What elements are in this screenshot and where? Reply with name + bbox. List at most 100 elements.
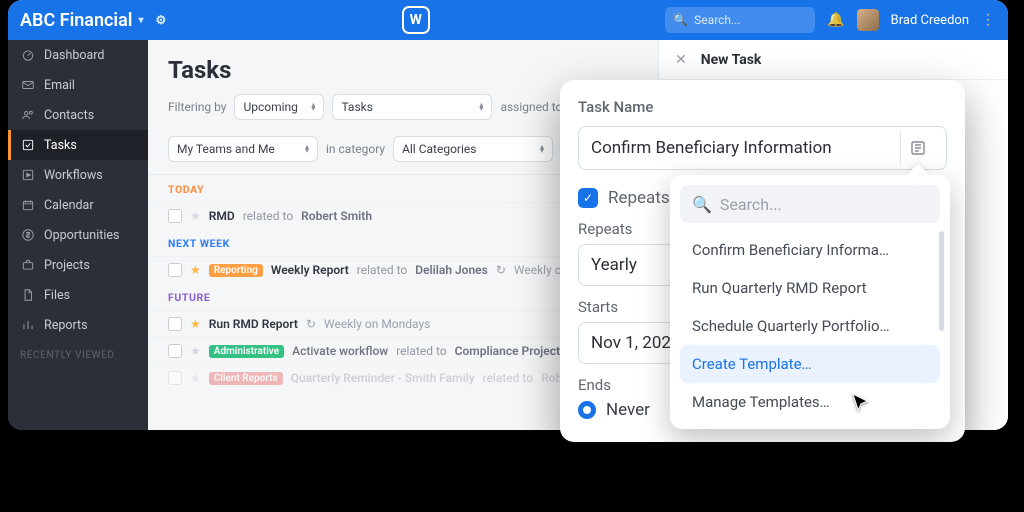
related-to-label: related to: [483, 371, 533, 385]
file-icon: [20, 287, 36, 303]
checkbox[interactable]: [168, 209, 182, 223]
star-icon[interactable]: ★: [190, 263, 201, 277]
assigned-to-label: assigned to: [500, 100, 562, 114]
checkbox[interactable]: [168, 344, 182, 358]
sidebar-item-tasks[interactable]: Tasks: [8, 130, 148, 160]
sort-icon: ▴▾: [479, 103, 483, 111]
task-name-value: Confirm Beneficiary Information: [591, 138, 832, 158]
checkbox[interactable]: [168, 371, 182, 385]
close-icon[interactable]: ✕: [675, 52, 687, 68]
create-template-option[interactable]: Create Template…: [680, 345, 940, 383]
scrollbar[interactable]: [939, 231, 944, 331]
more-menu-icon[interactable]: ⋮: [981, 12, 996, 28]
template-dropdown: 🔍 Search... Confirm Beneficiary Informa……: [670, 175, 950, 429]
gauge-icon: [20, 47, 36, 63]
star-icon[interactable]: ★: [190, 209, 201, 223]
sidebar-item-label: Email: [44, 78, 75, 93]
search-icon: 🔍: [673, 13, 688, 27]
sidebar-item-label: Reports: [44, 318, 88, 333]
sidebar-item-label: Tasks: [44, 138, 77, 153]
template-option[interactable]: Run Quarterly RMD Report: [680, 269, 940, 307]
panel-title: New Task: [701, 52, 762, 68]
sort-icon: ▴▾: [305, 145, 309, 153]
sidebar-item-label: Calendar: [44, 198, 94, 213]
bar-chart-icon: [20, 317, 36, 333]
ends-never-label: Never: [606, 400, 650, 420]
sidebar-item-label: Opportunities: [44, 228, 119, 243]
radio-icon: [578, 401, 596, 419]
app-logo-icon: W: [402, 6, 430, 34]
gear-icon[interactable]: ⚙: [155, 13, 166, 27]
filter-upcoming[interactable]: Upcoming▴▾: [234, 94, 324, 120]
repeats-checkbox-label: Repeats?: [608, 188, 678, 208]
filter-type[interactable]: Tasks▴▾: [332, 94, 492, 120]
dollar-circle-icon: [20, 227, 36, 243]
sidebar-recent-header: RECENTLY VIEWED: [8, 340, 148, 365]
related-to-label: related to: [396, 344, 446, 358]
sidebar-item-projects[interactable]: Projects: [8, 250, 148, 280]
task-name: Quarterly Reminder - Smith Family: [291, 371, 475, 385]
sort-icon: ▴▾: [540, 145, 544, 153]
star-icon[interactable]: ★: [190, 317, 201, 331]
workspace-name: ABC Financial: [20, 10, 132, 31]
task-name: RMD: [209, 209, 235, 223]
related-name: Robert Smith: [301, 209, 372, 223]
play-square-icon: [20, 167, 36, 183]
sidebar-item-label: Workflows: [44, 168, 103, 183]
sidebar-item-label: Files: [44, 288, 70, 303]
star-icon[interactable]: ★: [190, 371, 201, 385]
search-icon: 🔍: [692, 195, 712, 214]
repeat-label: Weekly on Mondays: [324, 317, 430, 331]
star-icon[interactable]: ★: [190, 344, 201, 358]
avatar[interactable]: [857, 9, 879, 31]
sidebar: Dashboard Email Contacts Tasks Workflows…: [8, 40, 148, 430]
page-title: Tasks: [168, 56, 231, 84]
filter-scope[interactable]: My Teams and Me▴▾: [168, 136, 318, 162]
repeat-icon: ↻: [306, 317, 316, 331]
sidebar-item-email[interactable]: Email: [8, 70, 148, 100]
sidebar-item-reports[interactable]: Reports: [8, 310, 148, 340]
related-to-label: related to: [357, 263, 407, 277]
category-badge: Reporting: [209, 264, 263, 277]
template-option[interactable]: Confirm Beneficiary Informa…: [680, 231, 940, 269]
top-bar: ABC Financial ▾ ⚙ W 🔍 Search... 🔔 Brad C…: [8, 0, 1008, 40]
sort-icon: ▴▾: [311, 103, 315, 111]
checkbox[interactable]: [168, 317, 182, 331]
check-icon: ✓: [578, 188, 598, 208]
task-name-label: Task Name: [578, 98, 947, 116]
bell-icon[interactable]: 🔔: [827, 12, 844, 28]
people-icon: [20, 107, 36, 123]
calendar-icon: [20, 197, 36, 213]
sidebar-item-label: Contacts: [44, 108, 94, 123]
filter-category[interactable]: All Categories▴▾: [393, 136, 553, 162]
filtering-by-label: Filtering by: [168, 100, 226, 114]
task-name: Run RMD Report: [209, 317, 298, 331]
manage-templates-option[interactable]: Manage Templates…: [680, 383, 940, 421]
template-option[interactable]: Schedule Quarterly Portfolio…: [680, 307, 940, 345]
sidebar-item-calendar[interactable]: Calendar: [8, 190, 148, 220]
global-search[interactable]: 🔍 Search...: [665, 7, 815, 33]
sidebar-item-label: Projects: [44, 258, 90, 273]
repeat-icon: ↻: [496, 263, 506, 277]
sidebar-item-files[interactable]: Files: [8, 280, 148, 310]
workspace-switcher[interactable]: ABC Financial ▾ ⚙: [20, 10, 166, 31]
sidebar-item-contacts[interactable]: Contacts: [8, 100, 148, 130]
sidebar-item-dashboard[interactable]: Dashboard: [8, 40, 148, 70]
in-category-label: in category: [326, 142, 385, 156]
template-search-placeholder: Search...: [720, 195, 782, 214]
category-badge: Client Reports: [209, 372, 283, 385]
sidebar-item-label: Dashboard: [44, 48, 104, 63]
briefcase-icon: [20, 257, 36, 273]
template-search[interactable]: 🔍 Search...: [680, 185, 940, 223]
mail-icon: [20, 77, 36, 93]
sidebar-item-workflows[interactable]: Workflows: [8, 160, 148, 190]
task-name-input[interactable]: Confirm Beneficiary Information: [578, 126, 947, 170]
task-name: Activate workflow: [292, 344, 388, 358]
category-badge: Administrative: [209, 345, 284, 358]
search-placeholder: Search...: [694, 13, 740, 27]
cursor-icon: [850, 392, 872, 414]
template-picker-icon[interactable]: [900, 131, 934, 165]
check-square-icon: [20, 137, 36, 153]
sidebar-item-opportunities[interactable]: Opportunities: [8, 220, 148, 250]
checkbox[interactable]: [168, 263, 182, 277]
